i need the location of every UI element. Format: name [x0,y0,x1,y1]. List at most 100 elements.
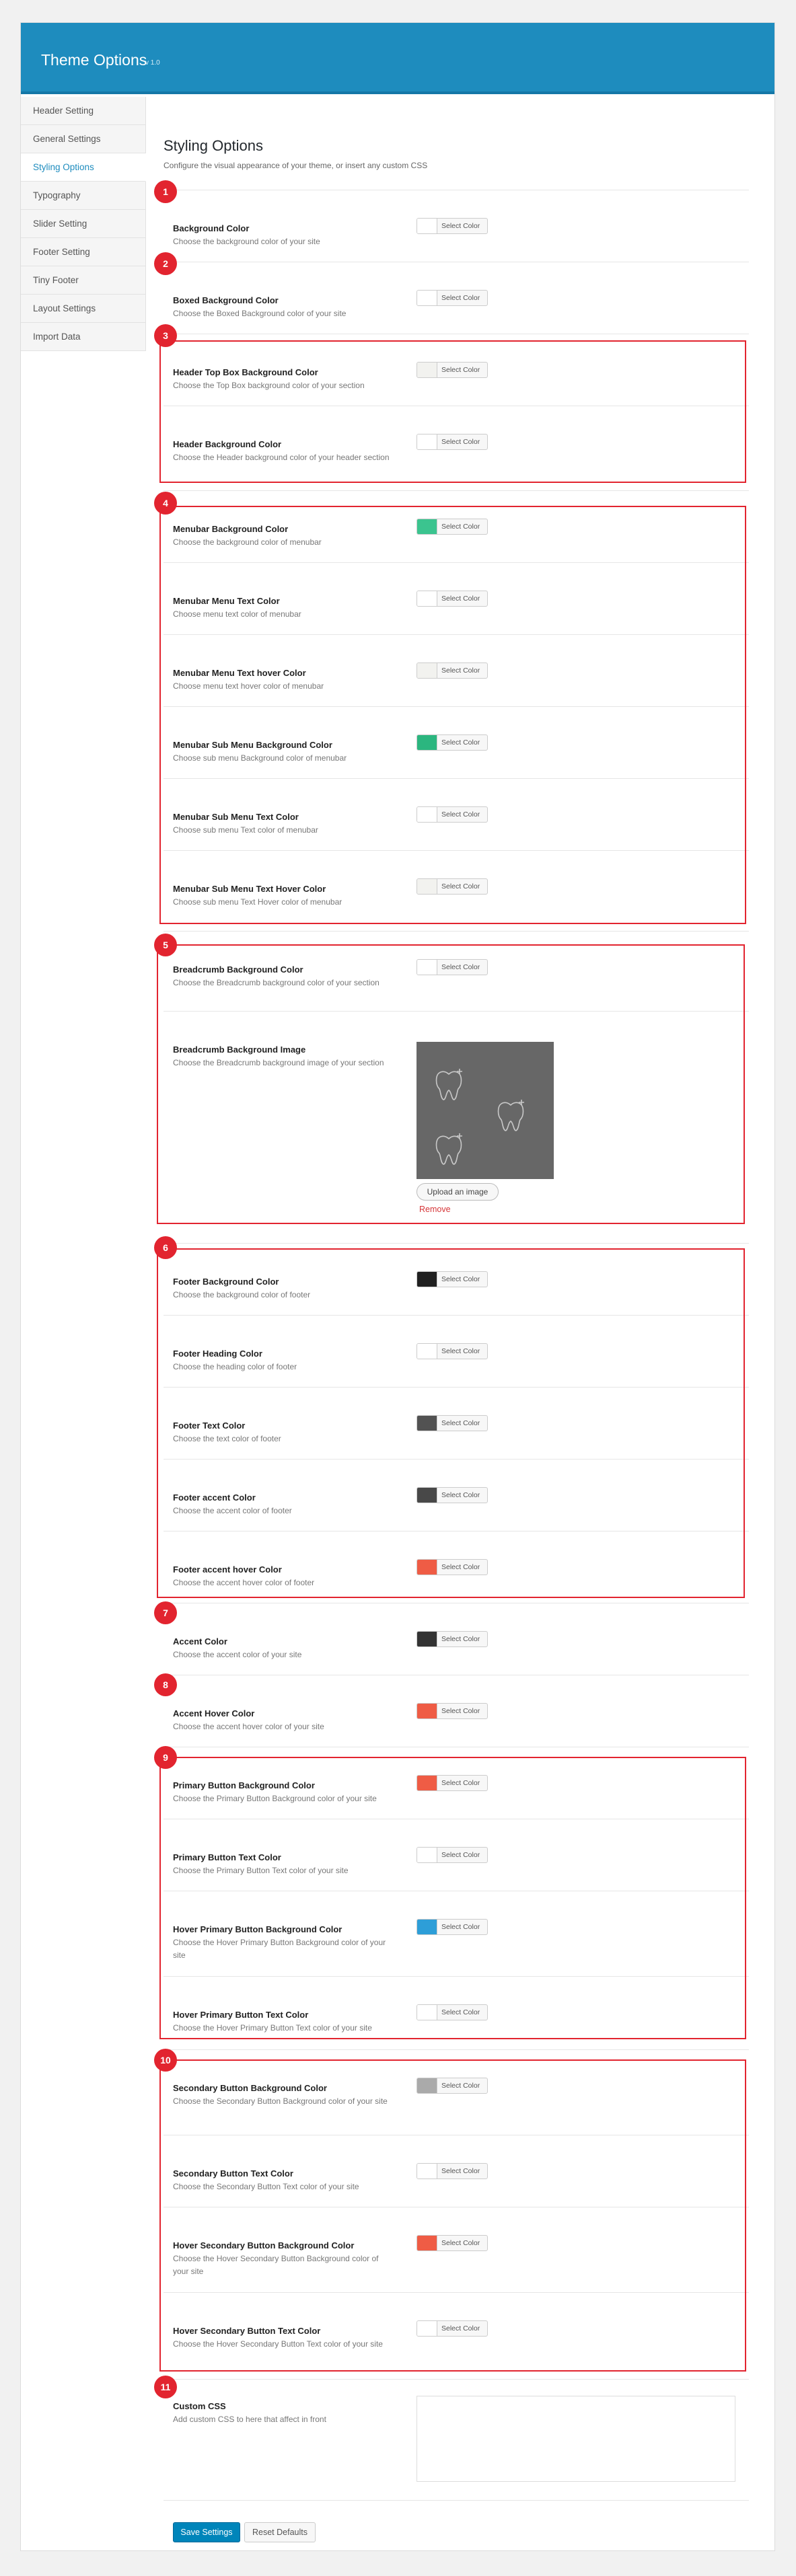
option-description: Choose sub menu Text Hover color of menu… [173,897,342,907]
sidebar-item-styling-options[interactable]: Styling Options [21,153,146,182]
option-description: Choose the text color of footer [173,1434,281,1443]
step-marker-6: 6 [154,1236,177,1259]
option-description: Choose the background color of your site [173,237,320,246]
sidebar-nav: Header Setting General Settings Styling Op… [21,97,146,351]
option-label: Boxed Background Color [173,295,279,305]
option-label: Hover Secondary Button Background Color [173,2240,355,2250]
option-label: Footer Heading Color [173,1349,262,1359]
color-swatch [417,519,437,534]
color-swatch [417,1560,437,1575]
option-description: Choose the Header background color of yo… [173,453,390,462]
color-picker-button[interactable]: Select Color [417,1775,488,1791]
option-label: Menubar Sub Menu Text Hover Color [173,884,326,894]
color-picker-button[interactable]: Select Color [417,2320,488,2337]
color-picker-button[interactable]: Select Color [417,1343,488,1359]
color-swatch [417,1416,437,1431]
option-label: Footer accent hover Color [173,1564,282,1575]
custom-css-textarea[interactable] [417,2396,735,2482]
sidebar-item-slider-setting[interactable]: Slider Setting [21,210,146,238]
color-picker-button[interactable]: Select Color [417,1559,488,1575]
option-label: Menubar Menu Text Color [173,596,280,606]
color-picker-button[interactable]: Select Color [417,2004,488,2020]
step-marker-3: 3 [154,324,177,347]
color-swatch [417,434,437,449]
color-picker-button[interactable]: Select Color [417,734,488,751]
color-swatch [417,591,437,606]
option-label: Hover Primary Button Background Color [173,1924,342,1934]
color-swatch [417,1920,437,1934]
color-picker-button[interactable]: Select Color [417,434,488,450]
color-picker-button[interactable]: Select Color [417,806,488,823]
select-color-label: Select Color [441,1347,480,1355]
option-description: Choose the Primary Button Background col… [173,1794,377,1803]
option-label: Hover Primary Button Text Color [173,2010,309,2020]
highlight-box [159,506,746,924]
remove-image-link[interactable]: Remove [419,1205,451,1214]
option-label: Accent Color [173,1636,227,1646]
color-picker-button[interactable]: Select Color [417,591,488,607]
color-picker-button[interactable]: Select Color [417,878,488,895]
sidebar-item-footer-setting[interactable]: Footer Setting [21,238,146,266]
option-label: Menubar Background Color [173,524,289,534]
option-description: Choose the Secondary Button Text color o… [173,2182,359,2191]
option-description: Choose the Breadcrumb background color o… [173,978,379,987]
color-picker-button[interactable]: Select Color [417,1415,488,1431]
color-picker-button[interactable]: Select Color [417,362,488,378]
sidebar-item-import-data[interactable]: Import Data [21,323,146,351]
divider [164,2500,749,2501]
option-description: Choose the Breadcrumb background image o… [173,1058,384,1067]
option-label: Breadcrumb Background Color [173,964,303,975]
option-label: Accent Hover Color [173,1708,255,1718]
option-description: Choose the accent color of your site [173,1650,302,1659]
color-picker-button[interactable]: Select Color [417,1487,488,1503]
option-label: Background Color [173,223,250,233]
color-picker-button[interactable]: Select Color [417,1631,488,1647]
upload-image-button[interactable]: Upload an image [417,1183,499,1201]
step-marker-2: 2 [154,252,177,275]
color-picker-button[interactable]: Select Color [417,1271,488,1287]
select-color-label: Select Color [441,2324,480,2333]
option-description: Choose the accent color of footer [173,1506,292,1515]
color-swatch [417,879,437,894]
option-description: Choose the background color of menubar [173,537,322,547]
divider [164,1243,749,1244]
sidebar-item-typography[interactable]: Typography [21,182,146,210]
option-label: Footer Background Color [173,1277,279,1287]
option-label: Breadcrumb Background Image [173,1045,306,1055]
color-picker-button[interactable]: Select Color [417,2235,488,2251]
color-picker-button[interactable]: Select Color [417,290,488,306]
option-label: Menubar Sub Menu Text Color [173,812,299,822]
select-color-label: Select Color [441,882,480,891]
step-marker-7: 7 [154,1601,177,1624]
color-picker-button[interactable]: Select Color [417,519,488,535]
color-swatch [417,363,437,377]
color-picker-button[interactable]: Select Color [417,959,488,975]
color-swatch [417,735,437,750]
option-label: Header Top Box Background Color [173,367,318,377]
color-swatch [417,1704,437,1718]
reset-defaults-button[interactable]: Reset Defaults [244,2522,316,2542]
divider [164,2379,749,2380]
step-marker-1: 1 [154,180,177,203]
option-description: Choose the accent hover color of your si… [173,1722,324,1731]
option-description: Choose the Top Box background color of y… [173,381,365,390]
select-color-label: Select Color [441,438,480,446]
select-color-label: Select Color [441,2082,480,2090]
color-picker-button[interactable]: Select Color [417,662,488,679]
color-picker-button[interactable]: Select Color [417,2163,488,2179]
option-label: Header Background Color [173,439,282,449]
color-swatch [417,1848,437,1862]
color-picker-button[interactable]: Select Color [417,2078,488,2094]
sidebar-item-header-setting[interactable]: Header Setting [21,97,146,125]
sidebar-item-general-settings[interactable]: General Settings [21,125,146,153]
color-picker-button[interactable]: Select Color [417,1703,488,1719]
save-settings-button[interactable]: Save Settings [173,2522,240,2542]
sidebar-item-layout-settings[interactable]: Layout Settings [21,295,146,323]
color-picker-button[interactable]: Select Color [417,218,488,234]
page-description: Configure the visual appearance of your … [164,161,428,170]
select-color-label: Select Color [441,294,480,302]
option-label: Primary Button Text Color [173,1852,281,1862]
color-picker-button[interactable]: Select Color [417,1847,488,1863]
sidebar-item-tiny-footer[interactable]: Tiny Footer [21,266,146,295]
color-picker-button[interactable]: Select Color [417,1919,488,1935]
